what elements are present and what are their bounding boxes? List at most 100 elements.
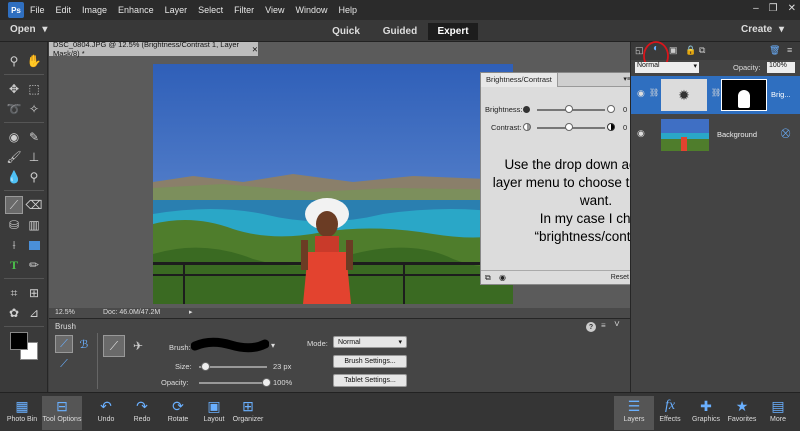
zoom-tool-icon[interactable]: ⚲ [5, 52, 23, 70]
blend-mode-select[interactable]: Normal ▾ [635, 62, 699, 73]
opacity-slider-thumb[interactable] [262, 378, 271, 387]
mode-select[interactable]: Normal ▾ [333, 336, 407, 348]
mode-guided[interactable]: Guided [372, 23, 428, 40]
impressionist-brush-icon[interactable]: ℬ [75, 335, 93, 353]
visibility-eye-icon[interactable]: ◉ [637, 128, 645, 139]
effects-button[interactable]: fx Effects [650, 396, 690, 423]
clone-stamp-icon[interactable]: ⊥ [25, 148, 43, 166]
move-tool-icon[interactable]: ✥ [5, 80, 23, 98]
brush-mode-icon[interactable]: ⟋ [55, 335, 73, 353]
menu-window[interactable]: Window [295, 5, 327, 15]
close-icon[interactable]: ✕ [252, 45, 258, 54]
panel-menu-icon[interactable]: ≡ [601, 321, 606, 330]
color-replacement-icon[interactable]: ⟋ [55, 355, 73, 373]
favorites-button[interactable]: ★ Favorites [722, 396, 762, 424]
canvas-photo[interactable] [153, 64, 513, 304]
smart-brush-icon[interactable]: 🖌 [5, 148, 23, 166]
hand-tool-icon[interactable]: ✋ [25, 52, 43, 70]
help-icon[interactable]: ? [586, 322, 596, 332]
brush-preview[interactable] [191, 337, 269, 355]
layer-row-background[interactable]: ◉ Background ⛒ [631, 116, 800, 154]
layer-mask-thumbnail[interactable] [721, 79, 767, 111]
mode-quick[interactable]: Quick [318, 23, 374, 40]
visibility-eye-icon[interactable]: ◉ [499, 273, 506, 282]
collapse-icon[interactable]: ˅ [614, 319, 620, 330]
airbrush-off-icon[interactable]: ⟋ [103, 335, 125, 357]
sponge-tool-icon[interactable]: ⚲ [25, 168, 43, 186]
menu-help[interactable]: Help [338, 5, 357, 15]
contrast-value[interactable]: 0 [623, 123, 627, 132]
foreground-color-swatch[interactable] [10, 332, 28, 350]
lasso-tool-icon[interactable]: ➰ [5, 100, 23, 118]
cookie-cutter-icon[interactable]: ✿ [5, 304, 23, 322]
document-tab[interactable]: DSC_0804.JPG @ 12.5% (Brightness/Contras… [49, 40, 258, 58]
spot-healing-icon[interactable]: ✎ [25, 128, 43, 146]
favorites-label: Favorites [727, 416, 757, 423]
blur-tool-icon[interactable]: 💧 [5, 168, 23, 186]
lock-icon[interactable]: ⛒ [781, 128, 790, 139]
redo-button[interactable]: ↷ Redo [122, 396, 162, 424]
more-label: More [770, 416, 786, 423]
menu-enhance[interactable]: Enhance [118, 5, 154, 15]
layer-row-brightness[interactable]: ◉ ⛓ ✹ ⛓ Brig... [631, 76, 800, 114]
straighten-tool-icon[interactable]: ⊿ [25, 304, 43, 322]
link-layers-icon[interactable]: ⧉ [699, 45, 705, 56]
brightness-high-icon [607, 105, 615, 113]
paint-bucket-icon[interactable]: ⛁ [5, 216, 23, 234]
reset-button[interactable]: Reset [611, 274, 629, 281]
tool-options-button[interactable]: ⊟ Tool Options [42, 396, 82, 430]
undo-button[interactable]: ↶ Undo [86, 396, 126, 424]
menu-select[interactable]: Select [198, 5, 223, 15]
mode-expert[interactable]: Expert [428, 23, 478, 40]
adjustment-panel-tab[interactable]: Brightness/Contrast [481, 72, 558, 87]
chevron-down-icon[interactable]: ▾ [271, 341, 275, 350]
menu-view[interactable]: View [265, 5, 284, 15]
clip-to-layer-icon[interactable]: ⧉ [485, 273, 491, 283]
menu-file[interactable]: File [30, 5, 45, 15]
size-slider-thumb[interactable] [200, 362, 210, 371]
magic-wand-icon[interactable]: ✧ [25, 100, 43, 118]
rotate-button[interactable]: ⟳ Rotate [158, 396, 198, 424]
close-icon[interactable]: ✕ [788, 3, 796, 14]
opacity-slider-track[interactable] [199, 382, 267, 384]
red-eye-icon[interactable]: ◉ [5, 128, 23, 146]
panel-menu-icon[interactable]: ≡ [787, 45, 792, 55]
trash-icon[interactable]: 🗑 [769, 45, 780, 56]
menu-edit[interactable]: Edit [56, 5, 72, 15]
contrast-slider-thumb[interactable] [565, 123, 573, 131]
gradient-tool-icon[interactable]: ▥ [25, 216, 43, 234]
opacity-value[interactable]: 100% [273, 378, 292, 387]
tablet-settings-button[interactable]: Tablet Settings... [333, 374, 407, 387]
menu-filter[interactable]: Filter [234, 5, 254, 15]
brightness-value[interactable]: 0 [623, 105, 627, 114]
brush-tool-icon[interactable]: ⟋ [5, 196, 23, 214]
airbrush-icon[interactable]: ✈ [127, 335, 149, 357]
crop-tool-icon[interactable]: ⌗ [5, 284, 23, 302]
visibility-eye-icon[interactable]: ◉ [637, 88, 645, 99]
photo-bin-button[interactable]: ▦ Photo Bin [2, 396, 42, 424]
menu-layer[interactable]: Layer [165, 5, 188, 15]
menu-image[interactable]: Image [82, 5, 107, 15]
chevron-right-icon[interactable]: ▸ [189, 308, 193, 316]
marquee-tool-icon[interactable]: ⬚ [25, 80, 43, 98]
more-button[interactable]: ▤ More [758, 396, 798, 424]
type-tool-icon[interactable]: T [5, 256, 23, 274]
eyedropper-icon[interactable]: ⟊ [5, 236, 23, 254]
layer-opacity-input[interactable]: 100% [767, 62, 795, 73]
size-value[interactable]: 23 px [273, 362, 291, 371]
zoom-level[interactable]: 12.5% [55, 309, 75, 316]
create-button[interactable]: Create ▾ [741, 24, 784, 35]
brush-settings-button[interactable]: Brush Settings... [333, 355, 407, 368]
layers-button[interactable]: ☰ Layers [614, 396, 654, 430]
graphics-button[interactable]: ✚ Graphics [686, 396, 726, 424]
open-button[interactable]: Open ▾ [10, 24, 47, 35]
brightness-slider-thumb[interactable] [565, 105, 573, 113]
shape-tool-icon[interactable] [25, 236, 43, 254]
recompose-tool-icon[interactable]: ⊞ [25, 284, 43, 302]
minimize-icon[interactable]: – [753, 3, 759, 14]
pencil-tool-icon[interactable]: ✏ [25, 256, 43, 274]
organizer-button[interactable]: ⊞ Organizer [228, 396, 268, 424]
restore-icon[interactable]: ❐ [769, 3, 778, 14]
eraser-tool-icon[interactable]: ⌫ [25, 196, 43, 214]
lock-icon[interactable]: 🔒 [685, 45, 696, 56]
